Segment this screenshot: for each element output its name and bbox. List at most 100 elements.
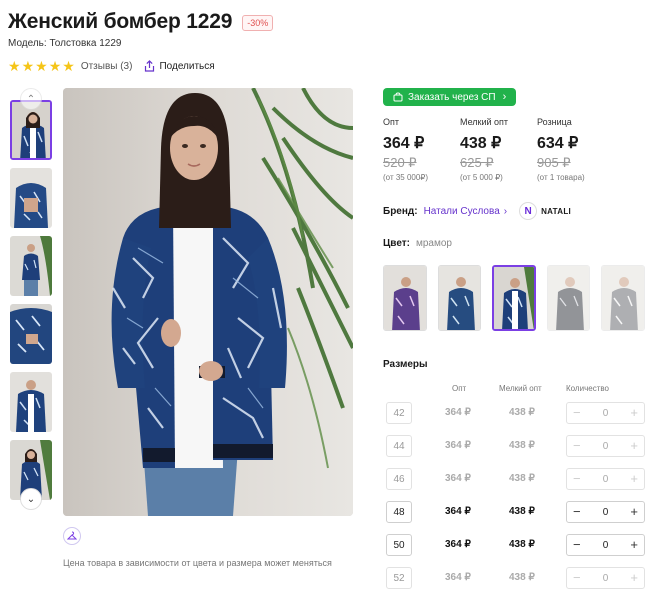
increment-button[interactable]: + [630,571,638,584]
quantity-stepper: − 0 + [566,534,645,556]
size-chart-button[interactable] [63,527,81,545]
size-row: 46 364 ₽ 438 ₽ − 0 + [383,468,645,501]
thumbnail-5[interactable] [10,372,52,432]
reviews-link[interactable]: Отзывы (3) [81,61,133,72]
thumbnail-2[interactable] [10,168,52,228]
size-label: 42 [386,402,412,424]
thumbnail-3[interactable] [10,236,52,296]
quantity-stepper: − 0 + [566,567,645,589]
rating-stars: ★ ★ ★ ★ ★ [8,59,75,73]
main-product-photo[interactable] [63,88,353,516]
quantity-value[interactable]: 0 [603,474,609,485]
quantity-stepper: − 0 + [566,435,645,457]
brand-logo-text: NATALI [541,206,572,216]
decrement-button[interactable]: − [573,472,581,485]
size-label: 48 [386,501,412,523]
quantity-stepper: − 0 + [566,402,645,424]
color-swatch-4[interactable] [546,265,591,331]
decrement-button[interactable]: − [573,538,581,551]
title-row: Женский бомбер 1229 -30% [8,10,274,34]
size-small-opt-price: 438 ₽ [509,506,535,517]
brand-logo[interactable]: N NATALI [519,202,571,220]
price-tier-small-wholesale: Мелкий опт 438 ₽ 625 ₽ (от 5 000 ₽) [460,117,537,182]
model-label: Модель: Толстовка 1229 [8,38,122,49]
size-row: 50 364 ₽ 438 ₽ − 0 + [383,534,645,567]
header-opt: Опт [452,384,467,393]
increment-button[interactable]: + [630,439,638,452]
star-icon: ★ [48,58,62,74]
size-opt-price: 364 ₽ [445,572,471,583]
chevron-up-icon: ⌃ [26,93,36,105]
share-button[interactable]: Поделиться [144,60,215,72]
decrement-button[interactable]: − [573,571,581,584]
increment-button[interactable]: + [630,538,638,551]
hanger-icon [67,531,77,540]
order-via-sp-label: Заказать через СП [408,91,496,103]
product-title: Женский бомбер 1229 [8,10,233,33]
star-icon: ★ [21,58,35,74]
brand-row: Бренд: Натали Суслова › N NATALI [383,200,645,222]
rating-row: ★ ★ ★ ★ ★ Отзывы (3) Поделиться [8,58,215,74]
size-row: 44 364 ₽ 438 ₽ − 0 + [383,435,645,468]
size-label: 46 [386,468,412,490]
header-quantity: Количество [566,384,609,393]
price-tier-old-price: 520 ₽ [383,155,417,170]
price-tier-label: Мелкий опт [460,117,509,127]
quantity-value[interactable]: 0 [603,408,609,419]
increment-button[interactable]: + [630,472,638,485]
size-opt-price: 364 ₽ [445,473,471,484]
color-swatch-5[interactable] [601,265,645,331]
share-label: Поделиться [159,60,215,72]
quantity-value[interactable]: 0 [603,441,609,452]
brand-logo-mark: N [519,202,538,220]
decrement-button[interactable]: − [573,406,581,419]
size-opt-price: 364 ₽ [445,407,471,418]
quantity-value[interactable]: 0 [603,507,609,518]
decrement-button[interactable]: − [573,505,581,518]
price-tier-minimum: (от 1 товара) [537,173,585,182]
color-swatch-2[interactable] [437,265,482,331]
price-tier-old-price: 905 ₽ [537,155,571,170]
bag-icon [393,92,403,102]
star-icon: ★ [8,58,21,74]
thumbnail-strip: ⌃ ⌄ [9,88,53,513]
purchase-panel: Заказать через СП › Опт 364 ₽ 520 ₽ (от … [383,88,645,598]
size-row: 52 364 ₽ 438 ₽ − 0 + [383,567,645,598]
price-tier-label: Розница [537,117,572,127]
sizes-header: Опт Мелкий опт Количество [383,384,645,394]
size-opt-price: 364 ₽ [445,539,471,550]
decrement-button[interactable]: − [573,439,581,452]
price-tier-minimum: (от 35 000₽) [383,173,429,182]
discount-badge: -30% [242,15,274,31]
price-note: Цена товара в зависимости от цвета и раз… [63,558,332,568]
increment-button[interactable]: + [630,505,638,518]
quantity-value[interactable]: 0 [603,573,609,584]
sizes-title: Размеры [383,359,428,370]
price-tier-wholesale: Опт 364 ₽ 520 ₽ (от 35 000₽) [383,117,460,182]
color-row: Цвет: мрамор [383,238,645,249]
size-small-opt-price: 438 ₽ [509,440,535,451]
quantity-value[interactable]: 0 [603,540,609,551]
chevron-right-icon: › [503,205,508,217]
sizes-table: 42 364 ₽ 438 ₽ − 0 + 44 364 ₽ 438 ₽ − 0 … [383,402,645,598]
thumbnail-4[interactable] [10,304,52,364]
brand-link[interactable]: Натали Суслова [424,206,500,217]
color-swatch-1[interactable] [383,265,427,331]
share-icon [145,60,155,72]
size-opt-price: 364 ₽ [445,506,471,517]
star-icon: ★ [62,58,75,74]
size-label: 52 [386,567,412,589]
brand-label: Бренд: [383,205,418,217]
increment-button[interactable]: + [630,406,638,419]
order-via-sp-button[interactable]: Заказать через СП › [383,88,517,106]
color-swatch-3[interactable] [492,265,536,331]
size-label: 44 [386,435,412,457]
star-icon: ★ [35,58,48,74]
size-small-opt-price: 438 ₽ [509,539,535,550]
thumbnail-scroll-up-button[interactable]: ⌃ [20,88,42,110]
color-label: Цвет: [383,238,410,249]
thumbnail-scroll-down-button[interactable]: ⌄ [20,488,42,510]
size-small-opt-price: 438 ₽ [509,473,535,484]
price-tier-old-price: 625 ₽ [460,155,494,170]
price-tiers: Опт 364 ₽ 520 ₽ (от 35 000₽) Мелкий опт … [383,117,645,182]
